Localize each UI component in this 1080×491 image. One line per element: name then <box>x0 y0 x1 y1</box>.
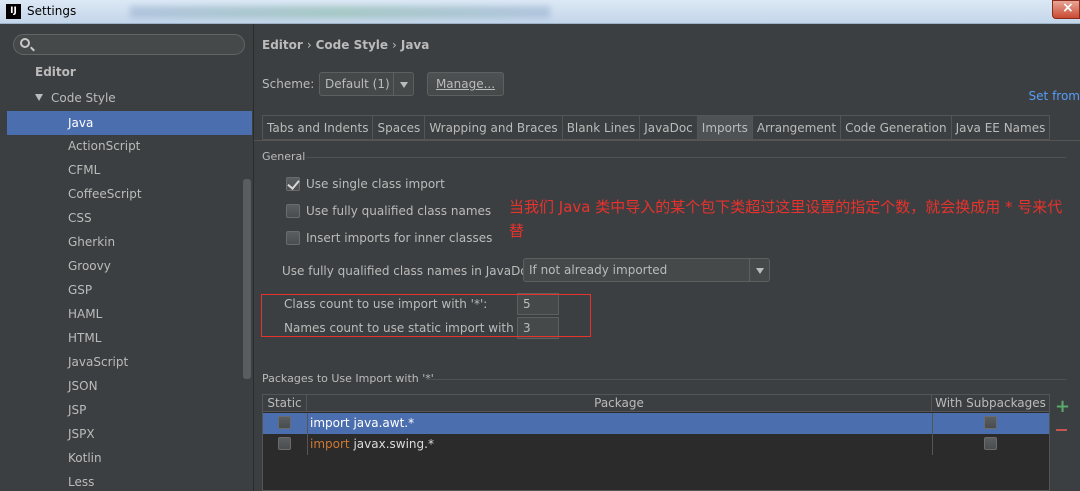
blurred-background <box>130 6 550 18</box>
tab-bar: Tabs and Indents Spaces Wrapping and Bra… <box>262 115 1051 140</box>
package-name: import java.awt.* <box>310 416 415 430</box>
settings-sidebar: Editor Code Style Java ActionScript CFML… <box>0 24 253 491</box>
tree-item-gsp[interactable]: GSP <box>0 278 252 302</box>
search-icon <box>20 38 30 48</box>
tree-item-json[interactable]: JSON <box>0 374 252 398</box>
tab-imports[interactable]: Imports <box>697 115 753 140</box>
javadoc-fqn-label: Use fully qualified class names in JavaD… <box>282 264 539 278</box>
tab-arrangement[interactable]: Arrangement <box>752 115 842 140</box>
red-highlight-box <box>261 294 591 337</box>
single-class-import-checkbox[interactable] <box>286 177 300 191</box>
column-static[interactable]: Static <box>263 395 307 412</box>
column-with-subpackages[interactable]: With Subpackages <box>932 395 1049 412</box>
title-bar: IJ Settings <box>0 0 1080 24</box>
tree-item-less[interactable]: Less <box>0 470 252 491</box>
static-checkbox[interactable] <box>278 416 291 429</box>
window-title: Settings <box>27 4 77 18</box>
tab-javadoc[interactable]: JavaDoc <box>640 115 698 140</box>
packages-section-title: Packages to Use Import with '*' <box>262 372 434 385</box>
settings-main-pane: Editor › Code Style › Java Scheme: Default (… <box>254 24 1080 491</box>
tree-item-java[interactable]: Java <box>7 111 252 135</box>
set-from-link[interactable]: Set from <box>1029 89 1080 103</box>
static-checkbox[interactable] <box>278 437 291 450</box>
table-header: Static Package With Subpackages <box>263 395 1049 412</box>
tab-underline <box>254 140 1080 141</box>
table-row[interactable]: import javax.swing.* <box>263 434 1049 455</box>
package-name: import javax.swing.* <box>310 437 434 451</box>
fully-qualified-names-checkbox[interactable] <box>286 204 300 218</box>
sidebar-scrollbar[interactable] <box>243 179 251 379</box>
general-divider <box>306 157 1066 158</box>
general-section-title: General <box>262 150 306 163</box>
table-row[interactable]: import java.awt.* <box>263 413 1049 434</box>
javadoc-fqn-dropdown[interactable]: If not already imported <box>523 258 770 282</box>
search-input[interactable] <box>13 34 245 55</box>
tab-code-generation[interactable]: Code Generation <box>841 115 952 140</box>
intellij-logo-icon: IJ <box>6 4 21 19</box>
tree-item-jsp[interactable]: JSP <box>0 398 252 422</box>
tree-item-javascript[interactable]: JavaScript <box>0 350 252 374</box>
expand-triangle-icon[interactable] <box>35 94 43 101</box>
tab-spaces[interactable]: Spaces <box>373 115 426 140</box>
tree-item-editor[interactable]: Editor <box>0 60 252 84</box>
tree-item-groovy[interactable]: Groovy <box>0 254 252 278</box>
tab-wrapping-and-braces[interactable]: Wrapping and Braces <box>425 115 563 140</box>
tree-item-code-style[interactable]: Code Style <box>0 86 252 110</box>
tab-tabs-and-indents[interactable]: Tabs and Indents <box>262 115 374 140</box>
subpackages-checkbox[interactable] <box>984 437 997 450</box>
packages-table: Static Package With Subpackages import j… <box>262 394 1050 491</box>
tab-java-ee-names[interactable]: Java EE Names <box>951 115 1051 140</box>
inner-classes-checkbox[interactable] <box>286 231 300 245</box>
minus-icon[interactable] <box>1056 429 1067 431</box>
tab-blank-lines[interactable]: Blank Lines <box>562 115 641 140</box>
packages-divider <box>426 379 1066 380</box>
plus-icon[interactable]: + <box>1055 396 1070 417</box>
single-class-import-label: Use single class import <box>306 177 445 191</box>
tree-item-actionscript[interactable]: ActionScript <box>0 134 252 158</box>
scheme-dropdown[interactable]: Default (1) <box>319 72 414 96</box>
breadcrumb: Editor › Code Style › Java <box>262 38 430 52</box>
tree-item-css[interactable]: CSS <box>0 206 252 230</box>
red-annotation-text: 当我们 Java 类中导入的某个包下类超过这里设置的指定个数，就会换成用 * 号… <box>509 198 1063 240</box>
column-package[interactable]: Package <box>307 395 932 412</box>
tree-item-jspx[interactable]: JSPX <box>0 422 252 446</box>
tree-item-cfml[interactable]: CFML <box>0 158 252 182</box>
tree-item-gherkin[interactable]: Gherkin <box>0 230 252 254</box>
subpackages-checkbox[interactable] <box>984 416 997 429</box>
fully-qualified-names-label: Use fully qualified class names <box>306 204 492 218</box>
inner-classes-label: Insert imports for inner classes <box>306 231 493 245</box>
chevron-down-icon <box>749 259 769 281</box>
tree-item-haml[interactable]: HAML <box>0 302 252 326</box>
close-button[interactable] <box>1052 0 1080 19</box>
tree-item-kotlin[interactable]: Kotlin <box>0 446 252 470</box>
manage-button[interactable]: Manage... <box>427 72 504 96</box>
scheme-label: Scheme: <box>262 77 315 91</box>
chevron-down-icon <box>393 73 413 95</box>
tree-item-html[interactable]: HTML <box>0 326 252 350</box>
tree-item-coffeescript[interactable]: CoffeeScript <box>0 182 252 206</box>
